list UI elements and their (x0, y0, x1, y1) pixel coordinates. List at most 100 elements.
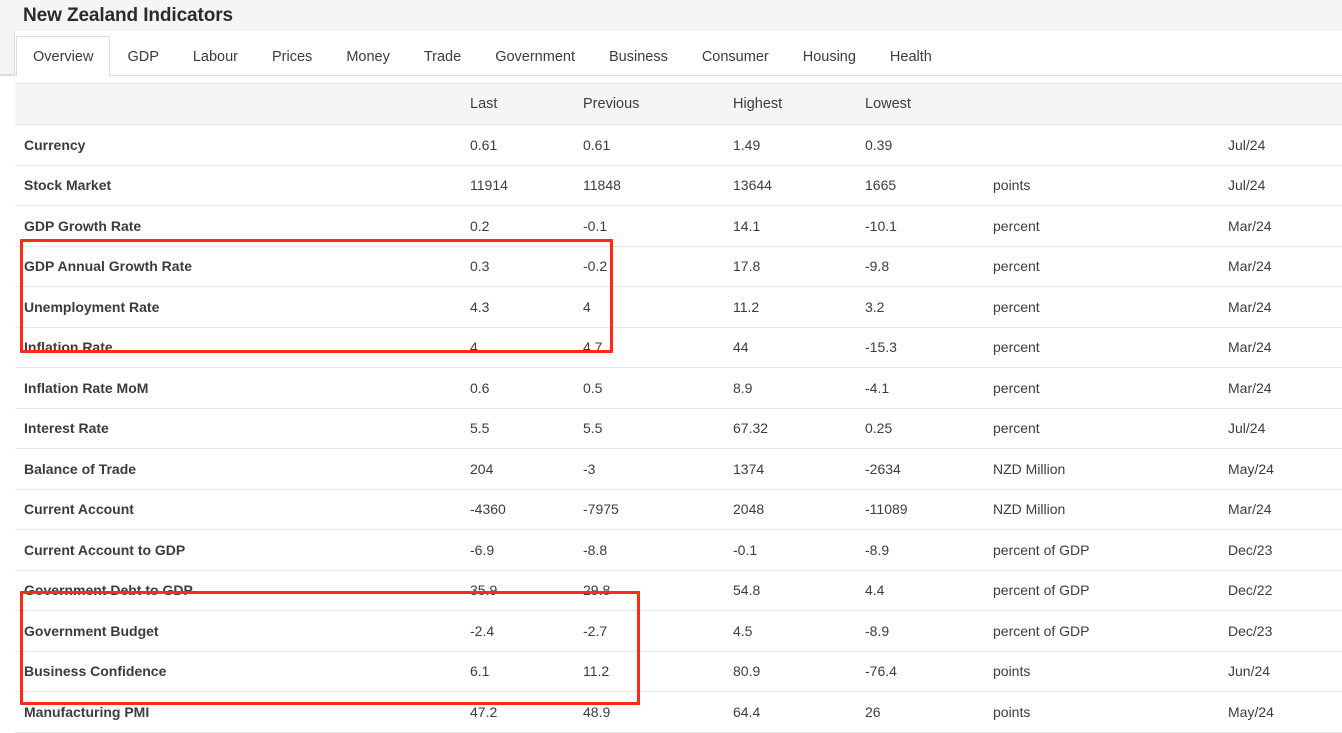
tab-list: OverviewGDPLabourPricesMoneyTradeGovernm… (16, 31, 949, 76)
table-body: Currency0.610.611.490.39Jul/24Stock Mark… (15, 125, 1342, 733)
table-row[interactable]: Government Budget-2.4-2.74.5-8.9percent … (15, 611, 1342, 652)
cell-unit: percent (988, 206, 1223, 247)
cell-lowest: 4.4 (860, 570, 988, 611)
table-row[interactable]: Unemployment Rate4.3411.23.2percentMar/2… (15, 287, 1342, 328)
tab-labour[interactable]: Labour (176, 36, 255, 76)
cell-last: 0.3 (464, 246, 578, 287)
cell-indicator-name[interactable]: Government Debt to GDP (15, 570, 464, 611)
cell-date: Mar/24 (1223, 246, 1342, 287)
cell-previous: 4.7 (578, 327, 728, 368)
tab-health[interactable]: Health (873, 36, 949, 76)
page-title: New Zealand Indicators (23, 5, 233, 27)
cell-last: 4.3 (464, 287, 578, 328)
tab-consumer[interactable]: Consumer (685, 36, 786, 76)
table-row[interactable]: Currency0.610.611.490.39Jul/24 (15, 125, 1342, 166)
cell-lowest: 3.2 (860, 287, 988, 328)
page-header: New Zealand Indicators (0, 0, 1342, 31)
cell-date: Mar/24 (1223, 368, 1342, 409)
cell-previous: -7975 (578, 489, 728, 530)
table-row[interactable]: Government Debt to GDP35.929.854.84.4per… (15, 570, 1342, 611)
table-row[interactable]: GDP Growth Rate0.2-0.114.1-10.1percentMa… (15, 206, 1342, 247)
cell-highest: -0.1 (728, 530, 860, 571)
column-header-lowest[interactable]: Lowest (860, 84, 988, 125)
cell-indicator-name[interactable]: GDP Annual Growth Rate (15, 246, 464, 287)
cell-unit: percent (988, 327, 1223, 368)
cell-highest: 1.49 (728, 125, 860, 166)
cell-previous: 48.9 (578, 692, 728, 733)
cell-highest: 1374 (728, 449, 860, 490)
cell-highest: 13644 (728, 165, 860, 206)
cell-lowest: -8.9 (860, 611, 988, 652)
column-header-last[interactable]: Last (464, 84, 578, 125)
cell-indicator-name[interactable]: Unemployment Rate (15, 287, 464, 328)
cell-lowest: 0.39 (860, 125, 988, 166)
cell-lowest: 0.25 (860, 408, 988, 449)
cell-date: Mar/24 (1223, 287, 1342, 328)
table-row[interactable]: Business Confidence6.111.280.9-76.4point… (15, 651, 1342, 692)
tab-housing[interactable]: Housing (786, 36, 873, 76)
cell-last: 0.61 (464, 125, 578, 166)
table-row[interactable]: Inflation Rate44.744-15.3percentMar/24 (15, 327, 1342, 368)
cell-indicator-name[interactable]: Current Account (15, 489, 464, 530)
tab-overview[interactable]: Overview (16, 36, 110, 77)
column-header-highest[interactable]: Highest (728, 84, 860, 125)
cell-indicator-name[interactable]: Government Budget (15, 611, 464, 652)
column-header-indicator[interactable] (15, 84, 464, 125)
table-row[interactable]: Stock Market1191411848136441665pointsJul… (15, 165, 1342, 206)
cell-indicator-name[interactable]: Manufacturing PMI (15, 692, 464, 733)
cell-date: May/24 (1223, 692, 1342, 733)
cell-previous: 0.61 (578, 125, 728, 166)
cell-date: Dec/23 (1223, 530, 1342, 571)
cell-indicator-name[interactable]: Balance of Trade (15, 449, 464, 490)
table-row[interactable]: Current Account to GDP-6.9-8.8-0.1-8.9pe… (15, 530, 1342, 571)
cell-indicator-name[interactable]: Interest Rate (15, 408, 464, 449)
table-header-row: Last Previous Highest Lowest (15, 84, 1342, 125)
cell-last: 6.1 (464, 651, 578, 692)
cell-unit: percent (988, 287, 1223, 328)
cell-highest: 17.8 (728, 246, 860, 287)
tab-money[interactable]: Money (329, 36, 407, 76)
column-header-previous[interactable]: Previous (578, 84, 728, 125)
cell-date: Jul/24 (1223, 125, 1342, 166)
tab-trade[interactable]: Trade (407, 36, 478, 76)
cell-lowest: -11089 (860, 489, 988, 530)
cell-indicator-name[interactable]: Inflation Rate MoM (15, 368, 464, 409)
cell-indicator-name[interactable]: Current Account to GDP (15, 530, 464, 571)
cell-last: 204 (464, 449, 578, 490)
cell-highest: 11.2 (728, 287, 860, 328)
cell-indicator-name[interactable]: Stock Market (15, 165, 464, 206)
cell-indicator-name[interactable]: Inflation Rate (15, 327, 464, 368)
cell-lowest: -2634 (860, 449, 988, 490)
tab-business[interactable]: Business (592, 36, 685, 76)
cell-previous: 29.8 (578, 570, 728, 611)
cell-unit: NZD Million (988, 449, 1223, 490)
cell-unit: percent (988, 408, 1223, 449)
cell-indicator-name[interactable]: GDP Growth Rate (15, 206, 464, 247)
column-header-unit[interactable] (988, 84, 1223, 125)
tab-government[interactable]: Government (478, 36, 592, 76)
table-row[interactable]: GDP Annual Growth Rate0.3-0.217.8-9.8per… (15, 246, 1342, 287)
cell-last: -4360 (464, 489, 578, 530)
table-row[interactable]: Inflation Rate MoM0.60.58.9-4.1percentMa… (15, 368, 1342, 409)
tab-gdp[interactable]: GDP (110, 36, 175, 76)
cell-previous: -8.8 (578, 530, 728, 571)
table-row[interactable]: Manufacturing PMI47.248.964.426pointsMay… (15, 692, 1342, 733)
cell-date: May/24 (1223, 449, 1342, 490)
column-header-date[interactable] (1223, 84, 1342, 125)
cell-date: Jul/24 (1223, 408, 1342, 449)
table-row[interactable]: Interest Rate5.55.567.320.25percentJul/2… (15, 408, 1342, 449)
table-row[interactable]: Current Account-4360-79752048-11089NZD M… (15, 489, 1342, 530)
cell-indicator-name[interactable]: Currency (15, 125, 464, 166)
table-row[interactable]: Balance of Trade204-31374-2634NZD Millio… (15, 449, 1342, 490)
tab-prices[interactable]: Prices (255, 36, 329, 76)
cell-previous: 5.5 (578, 408, 728, 449)
cell-lowest: -15.3 (860, 327, 988, 368)
cell-last: 47.2 (464, 692, 578, 733)
cell-last: 0.6 (464, 368, 578, 409)
cell-unit: points (988, 651, 1223, 692)
cell-last: -2.4 (464, 611, 578, 652)
cell-previous: 4 (578, 287, 728, 328)
cell-indicator-name[interactable]: Business Confidence (15, 651, 464, 692)
cell-date: Jul/24 (1223, 165, 1342, 206)
cell-date: Mar/24 (1223, 327, 1342, 368)
